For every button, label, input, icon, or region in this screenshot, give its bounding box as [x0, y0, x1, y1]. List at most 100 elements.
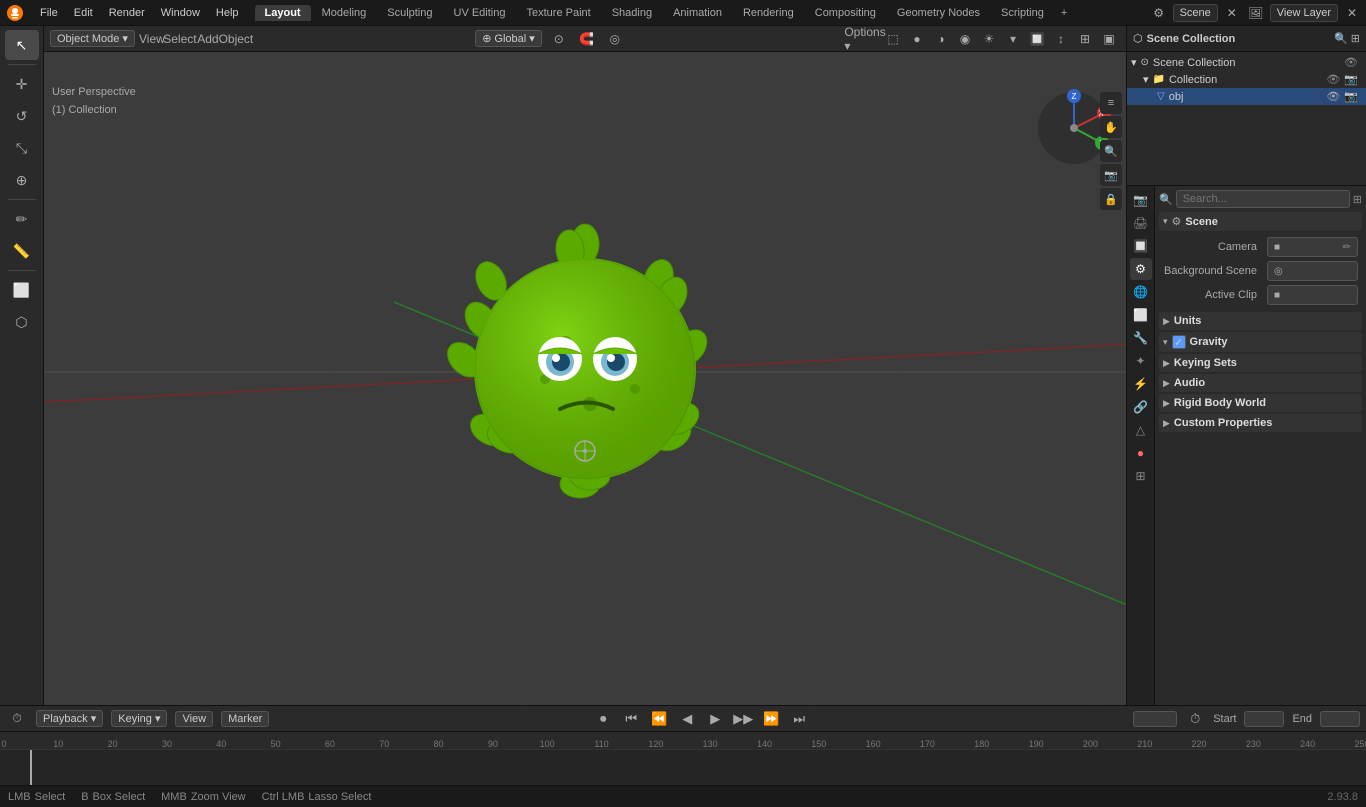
transform-gizmo[interactable]	[573, 439, 597, 463]
obj-vis[interactable]: 👁	[1326, 90, 1340, 103]
timeline-type-icon[interactable]: ⏱	[6, 708, 28, 730]
lock-view-icon[interactable]: 🔒	[1100, 188, 1122, 210]
outliner-item-collection[interactable]: ▾ 📁 Collection 👁 📷	[1127, 71, 1366, 88]
menu-edit[interactable]: Edit	[66, 5, 101, 21]
tool-rotate[interactable]: ↺	[5, 101, 39, 131]
tab-animation[interactable]: Animation	[663, 5, 732, 21]
time-type-icon[interactable]: ⏱	[1185, 709, 1205, 729]
play-button[interactable]: ▶	[705, 709, 725, 729]
viewport-shading-1[interactable]: ☀	[978, 28, 1000, 50]
menu-help[interactable]: Help	[208, 5, 247, 21]
marker-dropdown[interactable]: Marker	[221, 711, 269, 727]
tool-extrude[interactable]: ⬡	[5, 307, 39, 337]
prop-object-icon[interactable]: ⬜	[1130, 304, 1152, 326]
playback-dropdown[interactable]: Playback ▾	[36, 710, 103, 727]
select-menu[interactable]: Select	[169, 28, 191, 50]
units-section-header[interactable]: ▶ Units	[1159, 312, 1362, 330]
outliner-search-icon[interactable]: 🔍	[1334, 32, 1348, 45]
tab-sculpting[interactable]: Sculpting	[377, 5, 442, 21]
tab-uv-editing[interactable]: UV Editing	[444, 5, 516, 21]
camera-field[interactable]: ■ ✏	[1267, 237, 1358, 257]
jump-end-button[interactable]: ⏭	[789, 709, 809, 729]
tab-modeling[interactable]: Modeling	[312, 5, 377, 21]
tool-annotate[interactable]: ✏	[5, 204, 39, 234]
scene-section-header[interactable]: ▾ ⚙ Scene	[1159, 212, 1362, 231]
prop-physics-icon[interactable]: ⚡	[1130, 373, 1152, 395]
view-menu[interactable]: View	[141, 28, 163, 50]
prop-modifier-icon[interactable]: 🔧	[1130, 327, 1152, 349]
scene-dropdown[interactable]: Scene	[1173, 4, 1218, 22]
snap-icon[interactable]: 🧲	[576, 28, 598, 50]
tool-transform[interactable]: ⊕	[5, 165, 39, 195]
viewport-xray[interactable]: ▣	[1098, 28, 1120, 50]
menu-render[interactable]: Render	[101, 5, 153, 21]
end-frame-input[interactable]: 250	[1320, 711, 1360, 727]
select-status[interactable]: LMB Select	[8, 791, 65, 803]
jump-start-button[interactable]: ⏮	[621, 709, 641, 729]
viewport-gizmo-2[interactable]: ↕	[1050, 28, 1072, 50]
record-button[interactable]: ⏺	[593, 709, 613, 729]
tab-layout[interactable]: Layout	[255, 5, 311, 21]
viewport-gizmo-1[interactable]: 🔲	[1026, 28, 1048, 50]
zoom-view-icon[interactable]: 🔍	[1100, 140, 1122, 162]
prev-keyframe-button[interactable]: ◀	[677, 709, 697, 729]
rigid-body-header[interactable]: ▶ Rigid Body World	[1159, 394, 1362, 412]
proportional-icon[interactable]: ◎	[604, 28, 626, 50]
prop-scene-icon[interactable]: ⚙	[1130, 258, 1152, 280]
prop-material-icon[interactable]: ●	[1130, 442, 1152, 464]
add-workspace-button[interactable]: +	[1055, 5, 1073, 21]
custom-props-header[interactable]: ▶ Custom Properties	[1159, 414, 1362, 432]
tool-scale[interactable]: ⤡	[5, 133, 39, 163]
background-scene-field[interactable]: ◎	[1267, 261, 1358, 281]
object-menu[interactable]: Object	[225, 28, 247, 50]
sidebar-toggle[interactable]: ≡	[1100, 92, 1122, 114]
keying-dropdown[interactable]: Keying ▾	[111, 710, 167, 727]
menu-window[interactable]: Window	[153, 5, 208, 21]
transform-dropdown[interactable]: ⊕ Global ▾	[475, 30, 542, 47]
tool-add-cube[interactable]: ⬜	[5, 275, 39, 305]
keying-sets-header[interactable]: ▶ Keying Sets	[1159, 354, 1362, 372]
prev-frame-button[interactable]: ⏪	[649, 709, 669, 729]
tab-compositing[interactable]: Compositing	[805, 5, 886, 21]
collection-vis[interactable]: 👁	[1326, 73, 1340, 86]
props-filter-icon[interactable]: ⊞	[1353, 193, 1362, 206]
scene-close-icon[interactable]: ✕	[1222, 3, 1242, 23]
view-layer-close-icon[interactable]: ✕	[1342, 3, 1362, 23]
tab-scripting[interactable]: Scripting	[991, 5, 1054, 21]
obj-render[interactable]: 📷	[1344, 90, 1358, 103]
viewport[interactable]: Object Mode ▾ View Select Add Object ⊕ G…	[44, 26, 1126, 705]
tab-texture-paint[interactable]: Texture Paint	[516, 5, 600, 21]
virus-object[interactable]	[435, 214, 735, 514]
prop-world-icon[interactable]: 🌐	[1130, 281, 1152, 303]
playhead[interactable]	[30, 750, 32, 785]
outliner-item-obj[interactable]: ▽ obj 👁 📷	[1127, 88, 1366, 105]
solid-toggle[interactable]: ●	[906, 28, 928, 50]
next-keyframe-button[interactable]: ▶▶	[733, 709, 753, 729]
viewport-overlay[interactable]: ⊞	[1074, 28, 1096, 50]
zoom-view-status[interactable]: MMB Zoom View	[161, 791, 246, 803]
view-layer-dropdown[interactable]: View Layer	[1270, 4, 1338, 22]
prop-render-icon[interactable]: 📷	[1130, 189, 1152, 211]
tool-measure[interactable]: 📏	[5, 236, 39, 266]
tool-move[interactable]: ✛	[5, 69, 39, 99]
timeline-track[interactable]	[0, 750, 1366, 785]
tab-shading[interactable]: Shading	[602, 5, 662, 21]
prop-output-icon[interactable]: 🖨	[1130, 212, 1152, 234]
outliner-item-scene-collection[interactable]: ▾ ⊙ Scene Collection 👁	[1127, 54, 1366, 71]
gravity-checkbox[interactable]: ✓	[1172, 335, 1186, 349]
scene-canvas[interactable]: User Perspective (1) Collection	[44, 52, 1126, 705]
active-clip-field[interactable]: ■	[1267, 285, 1358, 305]
add-menu[interactable]: Add	[197, 28, 219, 50]
view-dropdown[interactable]: View	[175, 711, 213, 727]
scene-collection-vis-icon[interactable]: 👁	[1344, 56, 1358, 69]
next-frame-button[interactable]: ⏩	[761, 709, 781, 729]
tab-geometry-nodes[interactable]: Geometry Nodes	[887, 5, 990, 21]
wireframe-toggle[interactable]: ⬚	[882, 28, 904, 50]
camera-view-icon[interactable]: 📷	[1100, 164, 1122, 186]
blender-logo[interactable]	[4, 2, 26, 24]
prop-particles-icon[interactable]: ✦	[1130, 350, 1152, 372]
tool-cursor[interactable]: ↖	[5, 30, 39, 60]
viewport-shading-2[interactable]: ▾	[1002, 28, 1024, 50]
audio-header[interactable]: ▶ Audio	[1159, 374, 1362, 392]
pivot-icon[interactable]: ⊙	[548, 28, 570, 50]
